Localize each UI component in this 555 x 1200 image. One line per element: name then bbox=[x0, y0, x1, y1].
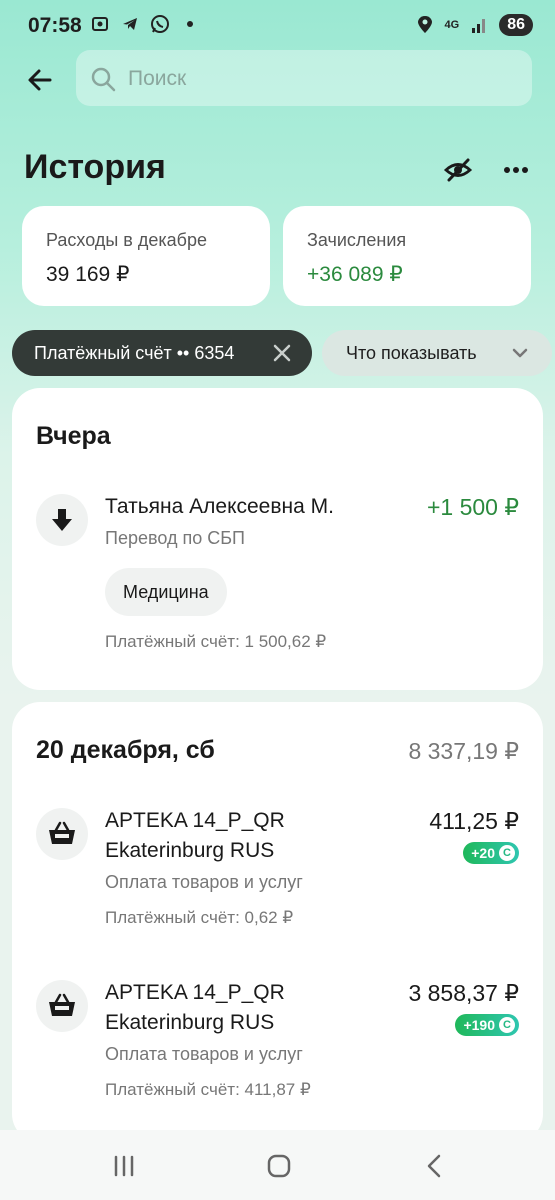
chevron-down-icon bbox=[512, 348, 528, 358]
transaction-name-line1: APTEKA 14_P_QR bbox=[105, 981, 285, 1004]
account-balance: Платёжный счёт: 1 500,62 ₽ bbox=[105, 632, 327, 651]
battery-indicator: 86 bbox=[499, 14, 533, 36]
transaction-name-line2: Ekaterinburg RUS bbox=[105, 1011, 275, 1034]
network-type: 4G bbox=[444, 18, 460, 31]
day-group-dec-20: 20 декабря, сб 8 337,19 ₽ APTEKA 14_P_QR… bbox=[12, 702, 543, 1142]
top-bar: Поиск bbox=[0, 50, 555, 108]
recent-apps-icon bbox=[114, 1155, 134, 1177]
transaction-type: Оплата товаров и услуг bbox=[105, 1044, 303, 1064]
home-icon bbox=[267, 1154, 291, 1178]
transaction-name[interactable]: APTEKA 14_P_QR Ekaterinburg RUS bbox=[105, 806, 285, 866]
basket-icon bbox=[49, 821, 75, 844]
status-notification-icons bbox=[90, 14, 200, 34]
transfer-icon-wrap bbox=[36, 494, 88, 546]
account-balance: Платёжный счёт: 411,87 ₽ bbox=[105, 1080, 311, 1099]
expenses-label: Расходы в декабре bbox=[46, 230, 207, 250]
purchase-icon-wrap bbox=[36, 980, 88, 1032]
screenshot-icon bbox=[90, 14, 110, 34]
status-system-icons: 4G 86 bbox=[415, 14, 533, 36]
transaction-name[interactable]: Татьяна Алексеевна М. bbox=[105, 492, 334, 522]
cashback-value: +190 bbox=[463, 1017, 495, 1033]
transaction-type: Оплата товаров и услуг bbox=[105, 872, 303, 892]
system-nav-bar bbox=[0, 1130, 555, 1200]
transaction-type: Перевод по СБП bbox=[105, 528, 245, 548]
day-title: Вчера bbox=[36, 422, 111, 450]
show-filter-chip[interactable]: Что показывать bbox=[322, 330, 552, 376]
transaction-amount: 411,25 ₽ bbox=[429, 808, 519, 834]
cashback-badge: +190 C bbox=[455, 1014, 519, 1036]
recent-apps-button[interactable] bbox=[104, 1150, 144, 1182]
search-icon bbox=[91, 67, 116, 92]
system-back-button[interactable] bbox=[414, 1150, 454, 1182]
day-total: 8 337,19 ₽ bbox=[408, 738, 519, 764]
income-card[interactable]: Зачисления +36 089 ₽ bbox=[283, 206, 531, 306]
transaction-amount: +1 500 ₽ bbox=[426, 494, 519, 520]
status-bar: 07:58 4G 86 bbox=[0, 0, 555, 52]
income-value: +36 089 ₽ bbox=[307, 263, 403, 286]
day-title: 20 декабря, сб bbox=[36, 736, 215, 764]
day-group-yesterday: Вчера Татьяна Алексеевна М. +1 500 ₽ Пер… bbox=[12, 388, 543, 690]
telegram-icon bbox=[120, 14, 140, 34]
eye-off-icon bbox=[443, 158, 473, 182]
status-time: 07:58 bbox=[28, 14, 82, 37]
dot-icon bbox=[180, 14, 200, 34]
account-filter-label: Платёжный счёт •• 6354 bbox=[34, 343, 235, 363]
more-button[interactable] bbox=[498, 152, 534, 188]
arrow-left-icon bbox=[28, 69, 52, 91]
back-chevron-icon bbox=[427, 1154, 441, 1178]
more-dots-icon bbox=[504, 167, 528, 173]
show-filter-label: Что показывать bbox=[346, 343, 477, 363]
location-icon bbox=[415, 15, 435, 35]
signal-icon bbox=[469, 15, 489, 35]
search-input[interactable]: Поиск bbox=[76, 50, 532, 106]
page-title: История bbox=[24, 148, 166, 186]
bonus-coin-icon: C bbox=[499, 845, 515, 861]
transaction-amount: 3 858,37 ₽ bbox=[408, 980, 519, 1006]
account-filter-chip[interactable]: Платёжный счёт •• 6354 bbox=[12, 330, 312, 376]
transaction-name-line1: APTEKA 14_P_QR bbox=[105, 809, 285, 832]
income-label: Зачисления bbox=[307, 230, 407, 250]
hide-balance-button[interactable] bbox=[440, 152, 476, 188]
purchase-icon-wrap bbox=[36, 808, 88, 860]
transaction-name[interactable]: APTEKA 14_P_QR Ekaterinburg RUS bbox=[105, 978, 285, 1038]
cashback-value: +20 bbox=[471, 845, 495, 861]
expenses-value: 39 169 ₽ bbox=[46, 263, 130, 286]
home-button[interactable] bbox=[259, 1150, 299, 1182]
close-icon[interactable] bbox=[270, 341, 294, 365]
bonus-coin-icon: C bbox=[499, 1017, 515, 1033]
expenses-card[interactable]: Расходы в декабре 39 169 ₽ bbox=[22, 206, 270, 306]
transaction-name-line2: Ekaterinburg RUS bbox=[105, 839, 275, 862]
account-balance: Платёжный счёт: 0,62 ₽ bbox=[105, 908, 294, 927]
cashback-badge: +20 C bbox=[463, 842, 519, 864]
whatsapp-icon bbox=[150, 14, 170, 34]
basket-icon bbox=[49, 993, 75, 1016]
category-tag[interactable]: Медицина bbox=[105, 568, 227, 616]
arrow-down-icon bbox=[52, 509, 72, 531]
back-button[interactable] bbox=[22, 62, 58, 98]
search-placeholder: Поиск bbox=[128, 67, 187, 90]
